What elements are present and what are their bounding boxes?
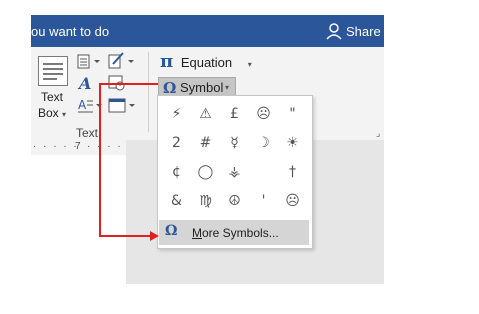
- annotation-arrow: [99, 83, 159, 241]
